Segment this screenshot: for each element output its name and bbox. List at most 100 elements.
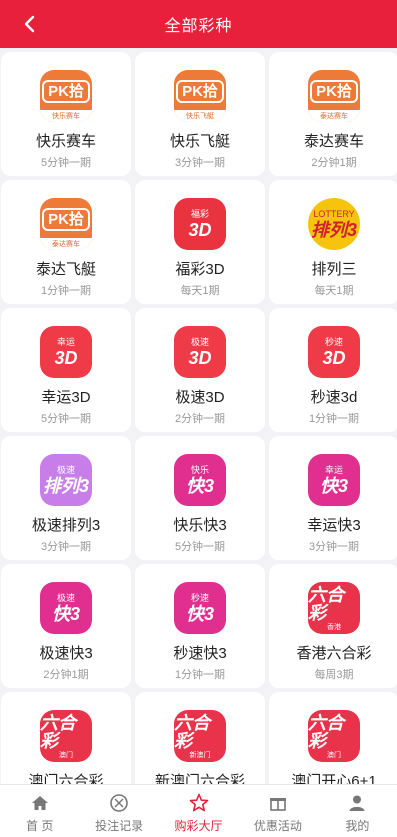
logo-text: PK拾 <box>176 79 224 103</box>
logo-top-text: LOTTERY <box>313 208 355 219</box>
game-card[interactable]: 六合彩 澳门 澳门六合彩 <box>1 692 131 784</box>
game-card[interactable]: 极速 快3 极速快3 2分钟1期 <box>1 564 131 688</box>
game-name: 排列三 <box>311 261 357 278</box>
game-name: 快乐快3 <box>173 517 227 534</box>
logo-main-text: 六合彩 <box>174 712 210 751</box>
game-name: 快乐赛车 <box>35 133 96 150</box>
logo-top-text: 极速 <box>56 592 75 603</box>
game-card[interactable]: PK拾 泰达赛车 泰达赛车 2分钟1期 <box>269 52 397 176</box>
game-name: 泰达赛车 <box>303 133 364 150</box>
game-period: 1分钟一期 <box>40 285 92 297</box>
star-icon <box>188 792 210 814</box>
game-logo-icon: 极速 快3 <box>40 582 92 634</box>
logo-band-text: 泰达赛车 <box>308 110 360 122</box>
game-logo-icon: PK拾 快乐飞艇 <box>174 70 226 122</box>
game-card[interactable]: 六合彩 香港 香港六合彩 每周3期 <box>269 564 397 688</box>
game-card[interactable]: 快乐 快3 快乐快3 5分钟一期 <box>135 436 265 560</box>
logo-main-text: 排列3 <box>310 219 357 240</box>
logo-sub-text: 澳门 <box>59 751 73 759</box>
game-logo-icon: 幸运 快3 <box>308 454 360 506</box>
logo-main-text: 3D <box>188 347 212 368</box>
bet-record-icon <box>108 792 130 814</box>
game-name: 幸运快3 <box>307 517 361 534</box>
logo-main-text: 3D <box>188 219 212 240</box>
game-period: 5分钟一期 <box>40 157 92 169</box>
tab-lottery-hall[interactable]: 购彩大厅 <box>159 785 238 837</box>
game-period: 2分钟1期 <box>311 157 357 169</box>
tab-bet-records[interactable]: 投注记录 <box>79 785 158 837</box>
logo-top-text: 极速 <box>190 336 209 347</box>
game-card[interactable]: PK拾 快乐赛车 快乐赛车 5分钟一期 <box>1 52 131 176</box>
logo-main-text: 3D <box>322 347 346 368</box>
game-period: 1分钟一期 <box>174 669 226 681</box>
user-icon <box>346 792 368 814</box>
logo-main-text: 六合彩 <box>40 712 76 751</box>
logo-top-text: 福彩 <box>190 208 209 219</box>
game-card[interactable]: 极速 排列3 极速排列3 3分钟一期 <box>1 436 131 560</box>
game-period: 1分钟一期 <box>308 413 360 425</box>
game-logo-icon: 极速 排列3 <box>40 454 92 506</box>
game-period: 5分钟一期 <box>40 413 92 425</box>
logo-text: PK拾 <box>42 79 90 103</box>
logo-main-text: 快3 <box>51 603 80 624</box>
logo-main-text: 排列3 <box>42 475 89 496</box>
logo-sub-text: 新澳门 <box>189 751 211 759</box>
game-period: 每天1期 <box>180 285 220 297</box>
game-grid: PK拾 快乐赛车 快乐赛车 5分钟一期 PK拾 快乐飞艇 快乐飞艇 3分钟一期 PK拾 泰达赛车泰… <box>0 48 397 784</box>
tab-label: 投注记录 <box>95 819 144 833</box>
game-logo-icon: 六合彩 香港 <box>308 582 360 634</box>
game-card[interactable]: 六合彩 澳门澳门开心6+1 <box>269 692 397 784</box>
game-name: 新澳门六合彩 <box>154 773 245 784</box>
tab-label: 我的 <box>345 819 370 833</box>
game-card[interactable]: 六合彩 新澳门新澳门六合彩 <box>135 692 265 784</box>
logo-text: PK拾 <box>310 79 358 103</box>
game-card[interactable]: 极速 3D 极速3D 2分钟一期 <box>135 308 265 432</box>
game-card[interactable]: 秒速 快3 秒速快3 1分钟一期 <box>135 564 265 688</box>
game-card[interactable]: 幸运 3D 幸运3D 5分钟一期 <box>1 308 131 432</box>
game-card[interactable]: PK拾 泰达赛车 泰达飞艇 1分钟一期 <box>1 180 131 304</box>
logo-top-text: 秒速 <box>324 336 343 347</box>
game-card[interactable]: PK拾 快乐飞艇 快乐飞艇 3分钟一期 <box>135 52 265 176</box>
logo-top-text: 极速 <box>56 464 75 475</box>
tab-promotions[interactable]: 优惠活动 <box>238 785 317 837</box>
game-logo-icon: 极速 3D <box>174 326 226 378</box>
game-logo-icon: 秒速 3D <box>308 326 360 378</box>
logo-main-text: 快3 <box>185 603 214 624</box>
logo-sub-text: 香港 <box>327 623 341 631</box>
game-card[interactable]: LOTTERY 排列3 排列三每天1期 <box>269 180 397 304</box>
game-name: 福彩3D <box>175 261 225 278</box>
logo-band-text: 快乐赛车 <box>40 110 92 122</box>
game-name: 澳门开心6+1 <box>291 773 377 784</box>
home-icon <box>29 792 51 814</box>
logo-band-text: 泰达赛车 <box>40 238 92 250</box>
tab-mine[interactable]: 我的 <box>318 785 397 837</box>
tab-home[interactable]: 首 页 <box>0 785 79 837</box>
game-period: 每天1期 <box>314 285 354 297</box>
game-name: 极速快3 <box>39 645 93 662</box>
logo-main-text: 六合彩 <box>308 712 344 751</box>
tab-label: 购彩大厅 <box>174 819 223 833</box>
game-name: 快乐飞艇 <box>169 133 230 150</box>
chevron-left-icon <box>24 15 35 33</box>
logo-text: PK拾 <box>42 207 90 231</box>
game-period: 3分钟一期 <box>40 541 92 553</box>
game-period: 3分钟一期 <box>308 541 360 553</box>
game-logo-icon: 快乐 快3 <box>174 454 226 506</box>
page-title: 全部彩种 <box>164 18 233 35</box>
back-button[interactable] <box>18 12 42 36</box>
game-name: 幸运3D <box>41 389 91 406</box>
logo-top-text: 快乐 <box>190 464 209 475</box>
gift-icon <box>267 792 289 814</box>
game-card[interactable]: 福彩 3D 福彩3D 每天1期 <box>135 180 265 304</box>
game-logo-icon: 秒速 快3 <box>174 582 226 634</box>
game-name: 秒速快3 <box>173 645 227 662</box>
game-logo-icon: LOTTERY 排列3 <box>308 198 360 250</box>
game-card[interactable]: 幸运 快3 幸运快3 3分钟一期 <box>269 436 397 560</box>
game-name: 秒速3d <box>310 389 358 406</box>
game-logo-icon: 六合彩 澳门 <box>308 710 360 762</box>
game-period: 2分钟1期 <box>43 669 89 681</box>
game-logo-icon: PK拾泰达赛车 <box>40 198 92 250</box>
game-logo-icon: 六合彩 澳门 <box>40 710 92 762</box>
game-card[interactable]: 秒速 3D 秒速3d 1分钟一期 <box>269 308 397 432</box>
tab-label: 优惠活动 <box>253 819 302 833</box>
